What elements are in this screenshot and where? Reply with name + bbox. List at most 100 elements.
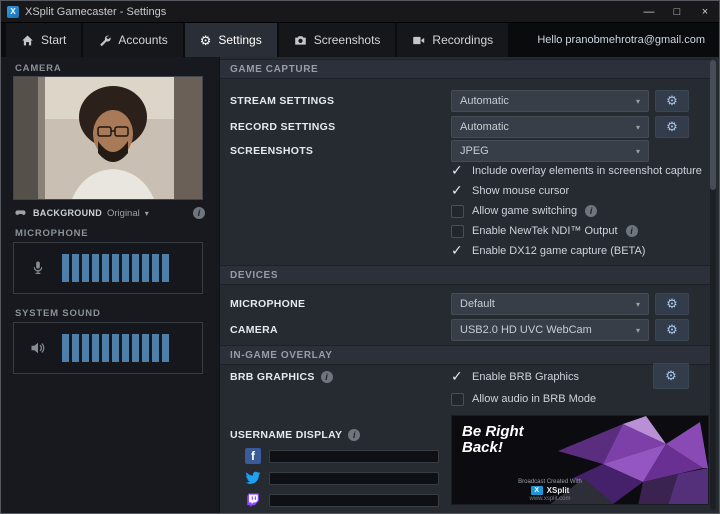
stream-settings-gear-button[interactable]: ⚙ bbox=[655, 90, 689, 112]
checkbox-label: Enable NewTek NDI™ Output bbox=[472, 225, 618, 237]
stream-settings-label: STREAM SETTINGS bbox=[230, 95, 335, 107]
microphone-level-meter bbox=[13, 242, 203, 294]
scrollbar-thumb[interactable] bbox=[710, 60, 716, 190]
checkbox-show-mouse-cursor[interactable]: Show mouse cursor bbox=[451, 182, 570, 199]
chevron-down-icon: ▾ bbox=[635, 299, 640, 309]
checkbox-label: Include overlay elements in screenshot c… bbox=[472, 165, 702, 177]
brb-preview-image: Be Right Back! Broadcast Created With X … bbox=[451, 415, 709, 505]
facebook-icon: f bbox=[245, 448, 261, 464]
game-capture-header: GAME CAPTURE bbox=[220, 59, 711, 79]
settings-panel: GAME CAPTURE STREAM SETTINGS Automatic ▾… bbox=[220, 57, 719, 513]
dropdown-value: Automatic bbox=[460, 95, 509, 107]
screenshots-format-dropdown[interactable]: JPEG ▾ bbox=[451, 140, 649, 162]
checkbox-label: Enable BRB Graphics bbox=[472, 371, 579, 383]
chevron-down-icon: ▾ bbox=[144, 208, 149, 218]
twitter-username-input[interactable] bbox=[269, 471, 439, 485]
checkbox-box[interactable] bbox=[451, 242, 464, 259]
twitch-icon bbox=[247, 493, 259, 508]
checkbox-include-overlay[interactable]: Include overlay elements in screenshot c… bbox=[451, 162, 702, 179]
brb-graphics-label-text: BRB GRAPHICS bbox=[230, 371, 315, 383]
device-camera-label: CAMERA bbox=[230, 324, 278, 336]
device-camera-gear-button[interactable]: ⚙ bbox=[655, 319, 689, 341]
brb-graphics-gear-button[interactable]: ⚙ bbox=[653, 363, 689, 389]
checkbox-box[interactable] bbox=[451, 224, 464, 238]
speaker-icon bbox=[31, 342, 45, 354]
dropdown-value: Automatic bbox=[460, 121, 509, 133]
brb-info-icon[interactable]: i bbox=[320, 371, 333, 383]
username-display-label: USERNAME DISPLAY i bbox=[230, 429, 361, 441]
checkbox-label: Show mouse cursor bbox=[472, 185, 570, 197]
microphone-section-label: MICROPHONE bbox=[15, 228, 89, 239]
record-settings-gear-button[interactable]: ⚙ bbox=[655, 116, 689, 138]
dropdown-value: USB2.0 HD UVC WebCam bbox=[460, 324, 592, 336]
main-nav: Start Accounts ⚙ Settings Screenshots Re… bbox=[1, 23, 719, 57]
device-microphone-gear-button[interactable]: ⚙ bbox=[655, 293, 689, 315]
checkbox-box[interactable] bbox=[451, 204, 464, 218]
brb-caption: Broadcast Created With bbox=[518, 479, 582, 485]
device-microphone-label: MICROPHONE bbox=[230, 298, 306, 310]
dropdown-value: Default bbox=[460, 298, 495, 310]
tab-recordings[interactable]: Recordings bbox=[397, 23, 509, 57]
device-camera-dropdown[interactable]: USB2.0 HD UVC WebCam ▾ bbox=[451, 319, 649, 341]
gear-icon: ⚙ bbox=[199, 32, 212, 48]
scrollbar-track[interactable] bbox=[710, 60, 716, 510]
in-game-overlay-header: IN-GAME OVERLAY bbox=[220, 345, 711, 365]
recordings-icon bbox=[413, 36, 425, 44]
info-icon[interactable]: i bbox=[585, 205, 598, 217]
checkbox-box[interactable] bbox=[451, 182, 464, 199]
info-icon[interactable]: i bbox=[625, 225, 638, 237]
microphone-icon bbox=[33, 261, 43, 274]
twitch-username-input[interactable] bbox=[269, 493, 439, 507]
checkbox-enable-ndi-output[interactable]: Enable NewTek NDI™ Output i bbox=[451, 223, 638, 239]
brb-graphics-label: BRB GRAPHICS i bbox=[230, 371, 333, 383]
gamepad-icon bbox=[15, 210, 26, 215]
checkbox-box[interactable] bbox=[451, 392, 464, 406]
twitter-username-row bbox=[245, 469, 439, 487]
app-logo-icon: X bbox=[7, 5, 19, 18]
xsplit-settings-window: X XSplit Gamecaster - Settings — □ × Sta… bbox=[0, 0, 720, 514]
screenshots-format-label: SCREENSHOTS bbox=[230, 145, 314, 157]
chevron-down-icon: ▾ bbox=[635, 96, 640, 106]
tab-label: Start bbox=[41, 33, 67, 47]
sound-level-bars bbox=[62, 334, 169, 362]
device-microphone-dropdown[interactable]: Default ▾ bbox=[451, 293, 649, 315]
checkbox-box[interactable] bbox=[451, 162, 464, 179]
record-settings-dropdown[interactable]: Automatic ▾ bbox=[451, 116, 649, 138]
username-display-info-icon[interactable]: i bbox=[348, 429, 361, 441]
username-display-label-text: USERNAME DISPLAY bbox=[230, 429, 343, 441]
chevron-down-icon: ▾ bbox=[635, 122, 640, 132]
account-greeting[interactable]: Hello pranobmehrotra@gmail.com bbox=[537, 34, 719, 46]
dropdown-value: JPEG bbox=[460, 145, 489, 157]
checkbox-allow-audio-brb[interactable]: Allow audio in BRB Mode bbox=[451, 391, 596, 407]
maximize-icon[interactable]: □ bbox=[663, 1, 691, 23]
background-value: Original bbox=[107, 207, 140, 219]
minimize-icon[interactable]: — bbox=[635, 1, 663, 23]
brb-url: www.xsplit.com bbox=[529, 496, 571, 502]
tab-screenshots[interactable]: Screenshots bbox=[278, 23, 396, 57]
system-sound-section-label: SYSTEM SOUND bbox=[15, 308, 101, 319]
facebook-username-input[interactable] bbox=[269, 449, 439, 463]
webcam-feed bbox=[14, 77, 202, 199]
close-icon[interactable]: × bbox=[691, 1, 719, 23]
checkbox-label: Allow audio in BRB Mode bbox=[472, 393, 597, 405]
brb-title: Be Right Back! bbox=[462, 423, 524, 456]
checkbox-enable-dx12-capture[interactable]: Enable DX12 game capture (BETA) bbox=[451, 242, 645, 259]
tab-label: Accounts bbox=[118, 33, 168, 47]
background-info-icon[interactable]: i bbox=[193, 207, 205, 219]
tab-settings[interactable]: ⚙ Settings bbox=[184, 23, 277, 57]
home-icon bbox=[22, 34, 33, 45]
tab-label: Screenshots bbox=[313, 33, 381, 47]
devices-header: DEVICES bbox=[220, 265, 711, 285]
mic-level-bars bbox=[62, 254, 169, 282]
checkbox-allow-game-switching[interactable]: Allow game switching i bbox=[451, 203, 598, 219]
camera-preview bbox=[13, 76, 203, 200]
checkbox-box[interactable] bbox=[451, 368, 464, 385]
background-label: BACKGROUND bbox=[33, 208, 102, 218]
xsplit-logo-icon: X bbox=[530, 486, 543, 495]
stream-settings-dropdown[interactable]: Automatic ▾ bbox=[451, 90, 649, 112]
tab-accounts[interactable]: Accounts bbox=[83, 23, 183, 57]
checkbox-enable-brb-graphics[interactable]: Enable BRB Graphics bbox=[451, 368, 579, 385]
tab-start[interactable]: Start bbox=[6, 23, 82, 57]
tab-label: Recordings bbox=[432, 33, 494, 47]
background-selector[interactable]: BACKGROUND Original ▾ i bbox=[13, 204, 205, 222]
